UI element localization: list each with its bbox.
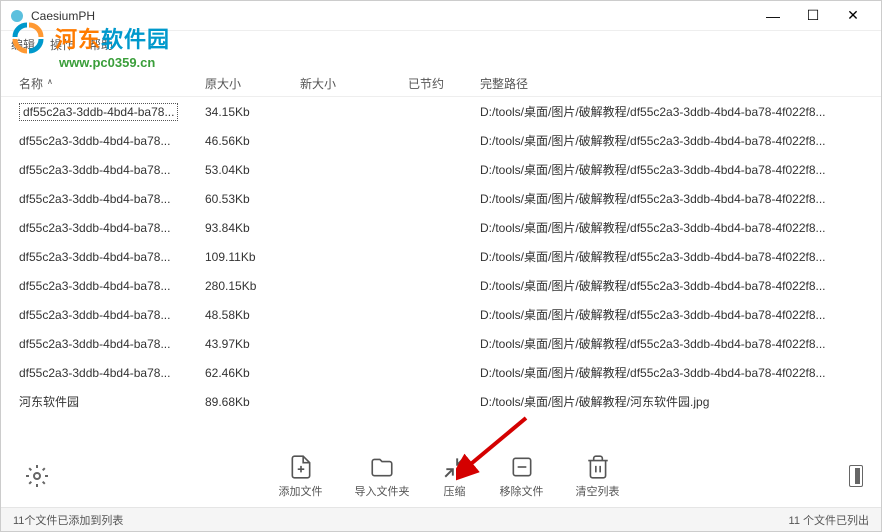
file-plus-icon bbox=[288, 454, 314, 480]
cell-origsize: 34.15Kb bbox=[205, 105, 300, 119]
table-row[interactable]: df55c2a3-3ddb-4bd4-ba78...43.97Kb D:/tool… bbox=[1, 329, 881, 358]
titlebar: CaesiumPH — ☐ ✕ bbox=[1, 1, 881, 31]
side-panel-toggle[interactable] bbox=[849, 465, 863, 487]
menu-action[interactable]: 操作 bbox=[50, 36, 74, 53]
minimize-button[interactable]: — bbox=[753, 2, 793, 30]
file-minus-icon bbox=[509, 454, 535, 480]
statusbar: 11个文件已添加到列表 11 个文件已列出 bbox=[1, 507, 881, 531]
cell-origsize: 280.15Kb bbox=[205, 279, 300, 293]
folder-open-icon bbox=[369, 454, 395, 480]
cell-name: df55c2a3-3ddb-4bd4-ba78... bbox=[19, 250, 205, 264]
window-controls: — ☐ ✕ bbox=[753, 2, 873, 30]
cell-name: df55c2a3-3ddb-4bd4-ba78... bbox=[19, 221, 205, 235]
cell-name: df55c2a3-3ddb-4bd4-ba78... bbox=[19, 134, 205, 148]
table-row[interactable]: df55c2a3-3ddb-4bd4-ba78...53.04Kb D:/tool… bbox=[1, 155, 881, 184]
column-path[interactable]: 完整路径 bbox=[480, 75, 863, 92]
status-left: 11个文件已添加到列表 bbox=[13, 512, 123, 528]
menu-edit[interactable]: 编辑 bbox=[11, 36, 35, 53]
table-row[interactable]: df55c2a3-3ddb-4bd4-ba78...109.11Kb D:/too… bbox=[1, 242, 881, 271]
window-title: CaesiumPH bbox=[31, 9, 753, 23]
column-name[interactable]: 名称 ∧ bbox=[19, 75, 205, 92]
cell-path: D:/tools/桌面/图片/破解教程/df55c2a3-3ddb-4bd4-b… bbox=[480, 277, 863, 294]
cell-name: df55c2a3-3ddb-4bd4-ba78... bbox=[19, 308, 205, 322]
table-row[interactable]: df55c2a3-3ddb-4bd4-ba78...34.15Kb D:/tool… bbox=[1, 97, 881, 126]
cell-origsize: 109.11Kb bbox=[205, 250, 300, 264]
cell-origsize: 46.56Kb bbox=[205, 134, 300, 148]
sort-indicator-icon: ∧ bbox=[47, 77, 53, 86]
table-header: 名称 ∧ 原大小 新大小 已节约 完整路径 bbox=[1, 71, 881, 97]
table-row[interactable]: df55c2a3-3ddb-4bd4-ba78...46.56Kb D:/tool… bbox=[1, 126, 881, 155]
toolbar: 添加文件 导入文件夹 压缩 移除文件 清空列表 bbox=[1, 447, 881, 505]
menubar: 编辑 操作 帮助 bbox=[1, 31, 881, 57]
cell-path: D:/tools/桌面/图片/破解教程/河东软件园.jpg bbox=[480, 393, 863, 410]
table-row[interactable]: df55c2a3-3ddb-4bd4-ba78...62.46Kb D:/tool… bbox=[1, 358, 881, 387]
cell-path: D:/tools/桌面/图片/破解教程/df55c2a3-3ddb-4bd4-b… bbox=[480, 132, 863, 149]
status-right: 11 个文件已列出 bbox=[789, 512, 869, 528]
cell-origsize: 43.97Kb bbox=[205, 337, 300, 351]
import-folder-button[interactable]: 导入文件夹 bbox=[355, 454, 410, 499]
cell-origsize: 53.04Kb bbox=[205, 163, 300, 177]
table-row[interactable]: df55c2a3-3ddb-4bd4-ba78...60.53Kb D:/tool… bbox=[1, 184, 881, 213]
cell-origsize: 48.58Kb bbox=[205, 308, 300, 322]
cell-path: D:/tools/桌面/图片/破解教程/df55c2a3-3ddb-4bd4-b… bbox=[480, 248, 863, 265]
table-row[interactable]: df55c2a3-3ddb-4bd4-ba78...48.58Kb D:/tool… bbox=[1, 300, 881, 329]
maximize-button[interactable]: ☐ bbox=[793, 2, 833, 30]
cell-name: 河东软件园 bbox=[19, 393, 205, 410]
cell-path: D:/tools/桌面/图片/破解教程/df55c2a3-3ddb-4bd4-b… bbox=[480, 161, 863, 178]
cell-path: D:/tools/桌面/图片/破解教程/df55c2a3-3ddb-4bd4-b… bbox=[480, 219, 863, 236]
cell-path: D:/tools/桌面/图片/破解教程/df55c2a3-3ddb-4bd4-b… bbox=[480, 103, 863, 120]
table-row[interactable]: 河东软件园89.68Kb D:/tools/桌面/图片/破解教程/河东软件园.jp… bbox=[1, 387, 881, 416]
cell-origsize: 89.68Kb bbox=[205, 395, 300, 409]
cell-origsize: 62.46Kb bbox=[205, 366, 300, 380]
settings-button[interactable] bbox=[25, 464, 49, 488]
compress-button[interactable]: 压缩 bbox=[442, 454, 468, 499]
close-button[interactable]: ✕ bbox=[833, 2, 873, 30]
table-row[interactable]: df55c2a3-3ddb-4bd4-ba78...93.84Kb D:/tool… bbox=[1, 213, 881, 242]
table-row[interactable]: df55c2a3-3ddb-4bd4-ba78...280.15Kb D:/too… bbox=[1, 271, 881, 300]
clear-list-button[interactable]: 清空列表 bbox=[576, 454, 620, 499]
cell-path: D:/tools/桌面/图片/破解教程/df55c2a3-3ddb-4bd4-b… bbox=[480, 190, 863, 207]
remove-file-button[interactable]: 移除文件 bbox=[500, 454, 544, 499]
cell-name: df55c2a3-3ddb-4bd4-ba78... bbox=[19, 366, 205, 380]
cell-path: D:/tools/桌面/图片/破解教程/df55c2a3-3ddb-4bd4-b… bbox=[480, 364, 863, 381]
file-list: df55c2a3-3ddb-4bd4-ba78...34.15KbD:/tool… bbox=[1, 97, 881, 416]
cell-origsize: 93.84Kb bbox=[205, 221, 300, 235]
add-file-button[interactable]: 添加文件 bbox=[279, 454, 323, 499]
column-saved[interactable]: 已节约 bbox=[408, 75, 480, 92]
menu-help[interactable]: 帮助 bbox=[89, 36, 113, 53]
cell-path: D:/tools/桌面/图片/破解教程/df55c2a3-3ddb-4bd4-b… bbox=[480, 335, 863, 352]
trash-icon bbox=[585, 454, 611, 480]
column-newsize[interactable]: 新大小 bbox=[300, 75, 408, 92]
cell-path: D:/tools/桌面/图片/破解教程/df55c2a3-3ddb-4bd4-b… bbox=[480, 306, 863, 323]
cell-name: df55c2a3-3ddb-4bd4-ba78... bbox=[19, 163, 205, 177]
cell-name: df55c2a3-3ddb-4bd4-ba78... bbox=[19, 103, 205, 121]
app-icon bbox=[9, 8, 25, 24]
compress-icon bbox=[442, 454, 468, 480]
cell-name: df55c2a3-3ddb-4bd4-ba78... bbox=[19, 192, 205, 206]
watermark-url: www.pc0359.cn bbox=[59, 55, 170, 70]
column-origsize[interactable]: 原大小 bbox=[205, 75, 300, 92]
cell-name: df55c2a3-3ddb-4bd4-ba78... bbox=[19, 337, 205, 351]
cell-name: df55c2a3-3ddb-4bd4-ba78... bbox=[19, 279, 205, 293]
cell-origsize: 60.53Kb bbox=[205, 192, 300, 206]
